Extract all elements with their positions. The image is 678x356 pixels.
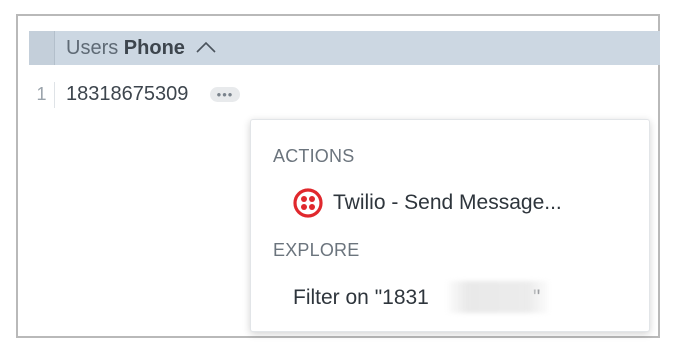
column-header-users-phone[interactable]: Users Phone [66, 30, 217, 65]
row-number-divider [54, 82, 55, 108]
table-header-row: Users Phone [29, 31, 660, 65]
filter-on-value-item[interactable]: Filter on "1831" [251, 277, 649, 319]
phone-cell[interactable]: 18318675309 [66, 82, 188, 106]
twilio-icon [293, 188, 323, 218]
filter-label-prefix: Filter on "1831 [293, 286, 429, 309]
twilio-send-message-item[interactable]: Twilio - Send Message... [251, 182, 649, 224]
column-view-name: Users [66, 37, 119, 59]
table-frame: Users Phone 1 18318675309 ••• ACTIONS Tw… [16, 14, 660, 338]
row-number-header [29, 31, 55, 65]
chevron-up-icon[interactable] [196, 30, 217, 64]
row-number: 1 [36, 84, 47, 104]
redaction-blur [448, 281, 548, 313]
twilio-send-message-label: Twilio - Send Message... [333, 191, 562, 214]
column-field-name: Phone [123, 37, 185, 59]
cell-more-button[interactable]: ••• [210, 87, 240, 102]
explore-section-label: EXPLORE [273, 240, 360, 260]
actions-section-label: ACTIONS [273, 146, 355, 166]
cell-actions-popup: ACTIONS Twilio - Send Message... EXPLORE… [250, 119, 650, 332]
